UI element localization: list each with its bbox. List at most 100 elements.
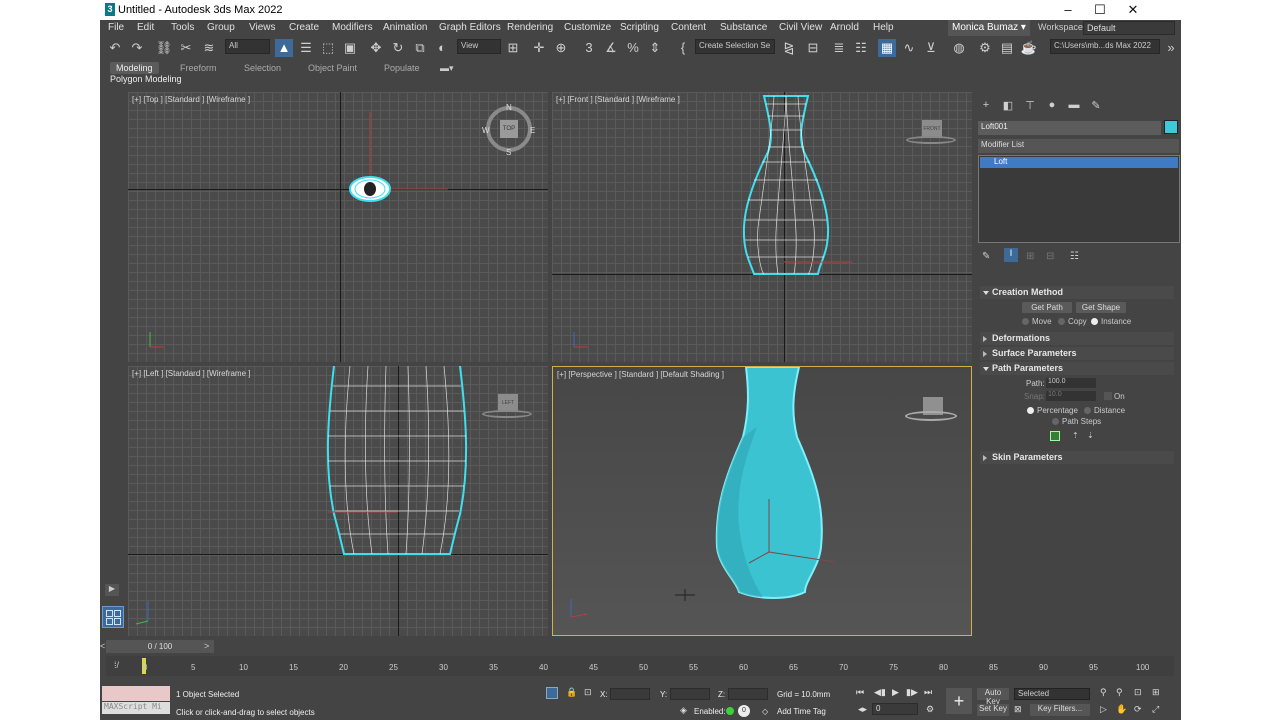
- pin-stack-icon[interactable]: ✎: [982, 251, 990, 262]
- absolute-mode-icon[interactable]: ⊡: [584, 687, 592, 698]
- place-icon[interactable]: ◐: [433, 39, 451, 57]
- ribbon-tab-freeform[interactable]: Freeform: [174, 62, 223, 74]
- menu-create[interactable]: Create: [289, 22, 319, 33]
- ribbon-tab-object-paint[interactable]: Object Paint: [302, 62, 363, 74]
- rollout-path-parameters[interactable]: Path Parameters: [980, 362, 1174, 375]
- expand-arrow-icon[interactable]: ▶: [105, 584, 119, 596]
- distance-radio[interactable]: [1084, 407, 1091, 414]
- menu-scripting[interactable]: Scripting: [620, 22, 659, 33]
- menu-substance[interactable]: Substance: [720, 22, 767, 33]
- modifier-list-dropdown[interactable]: Modifier List: [978, 139, 1179, 153]
- selection-lock-icon[interactable]: 🔒: [566, 687, 577, 698]
- select-object-icon[interactable]: ▲: [275, 39, 293, 57]
- zoom-icon[interactable]: ⚲: [1100, 687, 1107, 698]
- play-icon[interactable]: ▶: [892, 687, 899, 698]
- path-steps-radio[interactable]: [1052, 418, 1059, 425]
- percent-snap-icon[interactable]: %: [624, 39, 642, 57]
- key-selection-dropdown[interactable]: Selected: [1014, 688, 1090, 700]
- key-mode-icon[interactable]: ◂▸: [858, 704, 867, 715]
- create-tab-icon[interactable]: +: [978, 99, 994, 113]
- next-shape-icon[interactable]: ⇣: [1087, 431, 1094, 440]
- time-tag-icon[interactable]: 0: [738, 705, 750, 717]
- maxscript-listener-top[interactable]: [102, 686, 170, 701]
- rendered-frame-icon[interactable]: ▤: [998, 39, 1016, 57]
- track-bar-toggle-icon[interactable]: ⁞/: [114, 660, 119, 670]
- menu-rendering[interactable]: Rendering: [507, 22, 553, 33]
- layer-explorer-icon[interactable]: ☷: [852, 39, 870, 57]
- align-icon[interactable]: ⊟: [804, 39, 822, 57]
- next-frame-icon[interactable]: ▮▶: [906, 687, 918, 698]
- rollout-surface-parameters[interactable]: Surface Parameters: [980, 347, 1174, 360]
- angle-snap-icon[interactable]: ∡: [602, 39, 620, 57]
- orbit-icon[interactable]: ⟳: [1134, 704, 1142, 715]
- rect-selection-icon[interactable]: ⬚: [319, 39, 337, 57]
- menu-group[interactable]: Group: [207, 22, 235, 33]
- move-radio[interactable]: [1022, 318, 1029, 325]
- schematic-view-icon[interactable]: ⊻: [922, 39, 940, 57]
- go-to-end-icon[interactable]: ⏭: [924, 687, 932, 698]
- close-button[interactable]: ✕: [1118, 1, 1148, 19]
- mirror-icon[interactable]: ⧎: [780, 39, 798, 57]
- minimize-button[interactable]: –: [1053, 1, 1083, 19]
- menu-edit[interactable]: Edit: [137, 22, 154, 33]
- show-end-result-icon[interactable]: I: [1004, 248, 1018, 262]
- set-key-big-icon[interactable]: +: [946, 688, 972, 714]
- menu-animation[interactable]: Animation: [383, 22, 427, 33]
- user-account-button[interactable]: Monica Bumaz ▾: [948, 20, 1030, 36]
- ribbon-tab-populate[interactable]: Populate: [378, 62, 426, 74]
- key-filters-icon[interactable]: ⊠: [1014, 704, 1022, 715]
- field-of-view-icon[interactable]: ▷: [1100, 704, 1107, 715]
- snaps-toggle-icon[interactable]: 3: [580, 39, 598, 57]
- snap-spinner[interactable]: 10.0: [1046, 391, 1096, 401]
- maximize-button[interactable]: ☐: [1085, 1, 1115, 19]
- material-editor-icon[interactable]: ◍: [950, 39, 968, 57]
- instance-radio[interactable]: [1091, 318, 1098, 325]
- copy-radio[interactable]: [1058, 318, 1065, 325]
- select-by-name-icon[interactable]: ☰: [297, 39, 315, 57]
- time-slider[interactable]: 0 / 100: [106, 640, 214, 653]
- rollout-skin-parameters[interactable]: Skin Parameters: [980, 451, 1174, 464]
- utilities-tab-icon[interactable]: ✎: [1088, 99, 1104, 113]
- enabled-indicator[interactable]: [726, 707, 734, 715]
- redo-icon[interactable]: ↷: [128, 39, 146, 57]
- pivot-center-icon[interactable]: ⊞: [504, 39, 522, 57]
- viewport-layout-icon[interactable]: [102, 606, 124, 628]
- unlink-icon[interactable]: ✂: [177, 39, 195, 57]
- scene-explorer-icon[interactable]: ≣: [830, 39, 848, 57]
- hierarchy-tab-icon[interactable]: ⊤: [1022, 99, 1038, 113]
- ribbon-tab-modeling[interactable]: Modeling: [110, 62, 159, 74]
- remove-modifier-icon[interactable]: ⊟: [1046, 251, 1054, 262]
- menu-tools[interactable]: Tools: [171, 22, 194, 33]
- expand-toolbar-icon[interactable]: »: [1162, 39, 1180, 57]
- menu-views[interactable]: Views: [249, 22, 276, 33]
- rollout-deformations[interactable]: Deformations: [980, 332, 1174, 345]
- path-spinner[interactable]: 100.0: [1046, 378, 1096, 388]
- scale-icon[interactable]: ⧉: [411, 39, 429, 57]
- selection-set-dropdown[interactable]: Create Selection Se: [695, 39, 775, 54]
- z-coordinate-field[interactable]: [728, 688, 768, 700]
- ribbon-toggle-icon[interactable]: ▦: [878, 39, 896, 57]
- object-name-field[interactable]: Loft001: [978, 121, 1161, 135]
- menu-arnold[interactable]: Arnold: [830, 22, 859, 33]
- bind-space-warp-icon[interactable]: ≋: [200, 39, 218, 57]
- set-key-button[interactable]: Set Key: [977, 704, 1009, 716]
- previous-shape-icon[interactable]: ⇡: [1072, 431, 1079, 440]
- ribbon-options-icon[interactable]: ▬▾: [434, 62, 460, 75]
- ribbon-tab-selection[interactable]: Selection: [238, 62, 287, 74]
- previous-frame-icon[interactable]: ◀▮: [874, 687, 886, 698]
- pan-icon[interactable]: ✋: [1116, 704, 1127, 715]
- link-icon[interactable]: ⛓: [155, 39, 173, 57]
- move-icon[interactable]: ✥: [367, 39, 385, 57]
- workspace-dropdown[interactable]: Default: [1083, 21, 1175, 35]
- time-slider-prev-icon[interactable]: <: [100, 641, 108, 651]
- reference-coordinate-dropdown[interactable]: View: [457, 39, 501, 54]
- zoom-extents-icon[interactable]: ⊡: [1134, 687, 1142, 698]
- pick-shape-icon[interactable]: [1050, 431, 1060, 441]
- y-coordinate-field[interactable]: [670, 688, 710, 700]
- get-path-button[interactable]: Get Path: [1022, 302, 1072, 313]
- viewport-front[interactable]: [+] [Front ] [Standard ] [Wireframe ] FR…: [552, 92, 972, 362]
- undo-icon[interactable]: ↶: [106, 39, 124, 57]
- render-setup-icon[interactable]: ⚙: [976, 39, 994, 57]
- viewport-perspective[interactable]: [+] [Perspective ] [Standard ] [Default …: [552, 366, 972, 636]
- get-shape-button[interactable]: Get Shape: [1076, 302, 1126, 313]
